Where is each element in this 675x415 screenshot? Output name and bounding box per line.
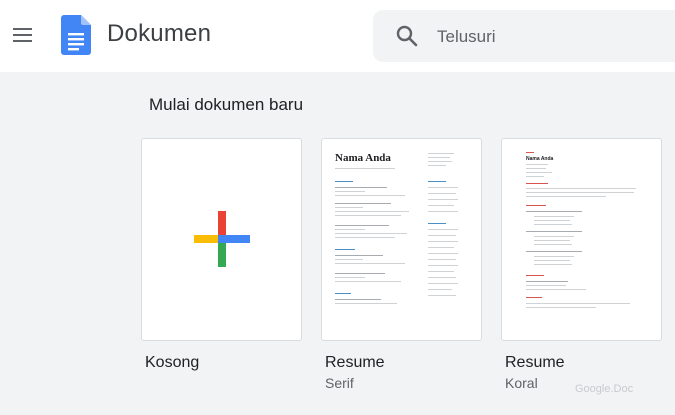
search-icon[interactable] [395,24,419,48]
search-input[interactable] [435,23,659,51]
template-blank-label[interactable]: Kosong [145,354,199,372]
template-resume-serif-sublabel: Serif [325,375,354,391]
template-resume-serif-label[interactable]: Resume [325,354,385,372]
thumbnail-name: Nama Anda [335,152,391,164]
docs-logo-icon[interactable] [61,15,91,55]
watermark: Google.Doc [575,383,634,395]
template-blank-card[interactable] [141,138,302,341]
app-title[interactable]: Dokumen [107,20,211,48]
plus-icon [194,211,250,267]
section-title: Mulai dokumen baru [149,95,304,114]
template-resume-koral-label[interactable]: Resume [505,354,565,372]
top-bar: Dokumen [0,0,675,72]
template-resume-serif-card[interactable]: Nama Anda [321,138,482,341]
thumbnail-name: Nama Anda [526,156,554,162]
main-menu-icon[interactable] [10,24,36,46]
search-box[interactable] [373,10,675,62]
template-resume-koral-sublabel: Koral [505,375,538,391]
template-resume-koral-card[interactable]: Nama Anda [501,138,662,341]
